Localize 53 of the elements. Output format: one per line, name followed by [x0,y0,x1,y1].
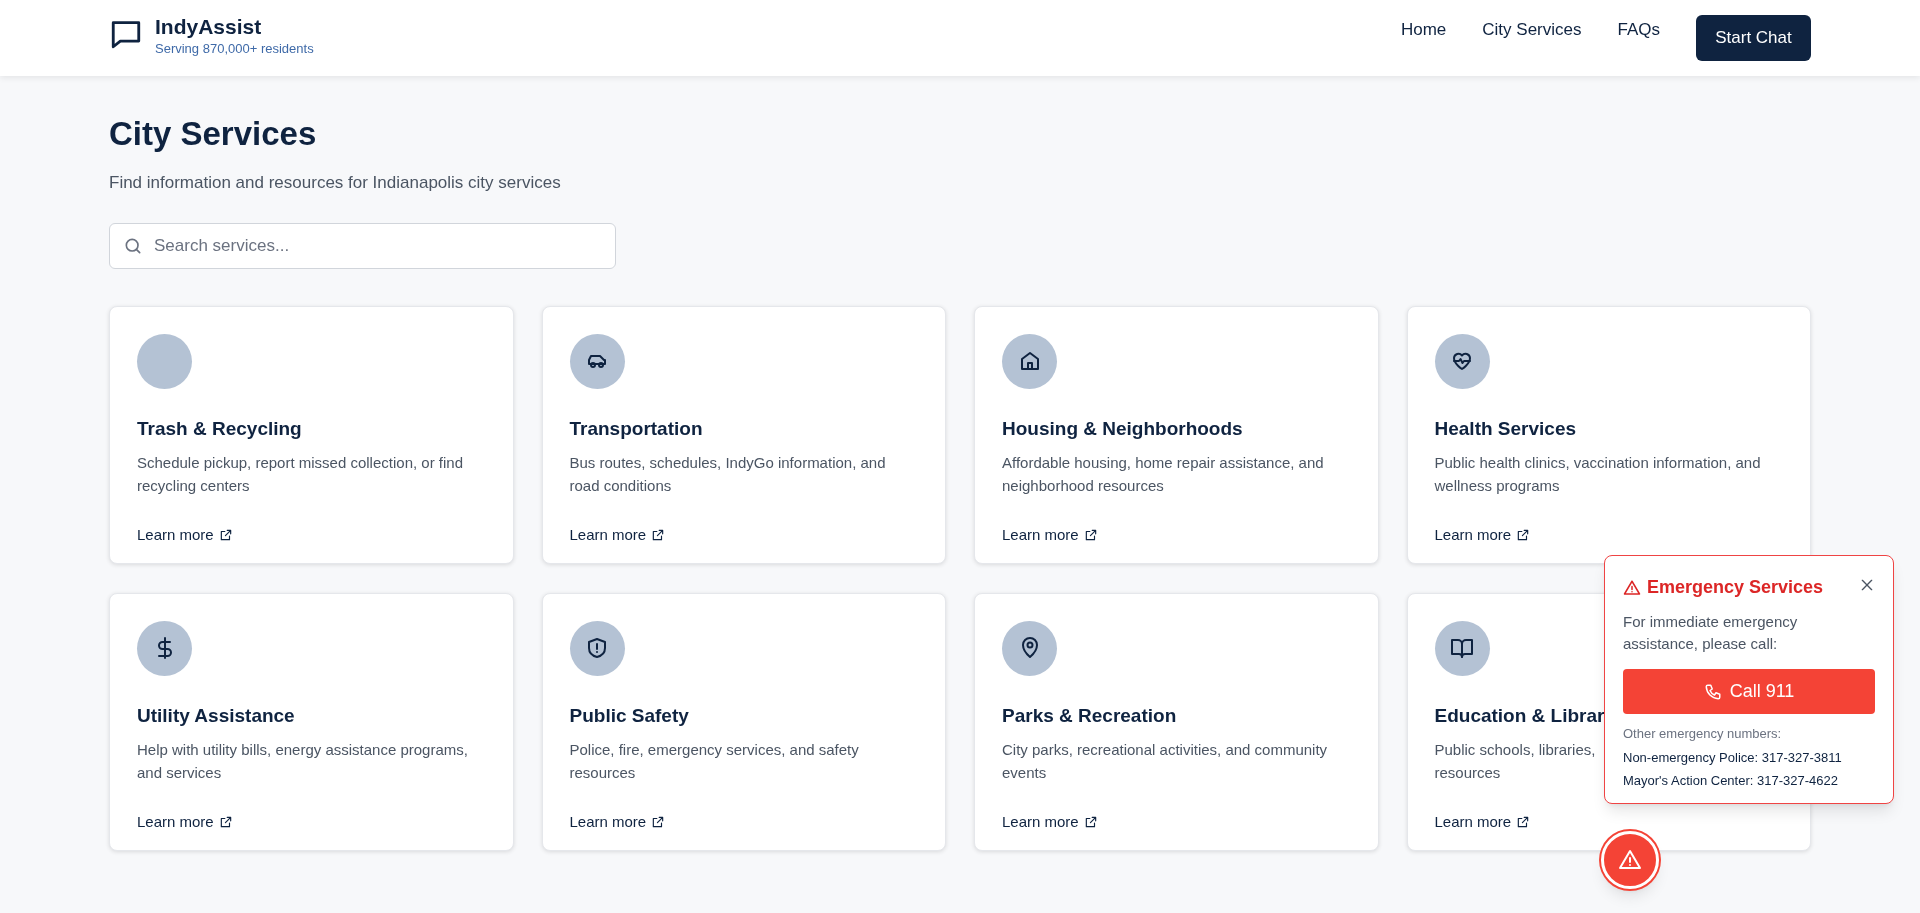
service-description: Public health clinics, vaccination information, and wellness programs [1434,453,1762,496]
page-title: City Services [109,114,318,154]
service-title: Health Services [1434,416,1578,441]
learn-more-link[interactable]: Learn more [1434,811,1531,834]
service-title: Transportation [569,416,704,441]
external-link-icon [651,815,666,830]
external-link-icon [651,528,666,543]
warning-icon [1618,848,1642,872]
other-numbers-heading: Other emergency numbers: [1623,725,1783,743]
service-title: Utility Assistance [137,703,296,728]
phone-number: Mayor's Action Center: 317-327-4622 [1623,772,1839,790]
tagline: Serving 870,000+ residents [155,41,314,57]
external-link-icon [218,815,233,830]
service-title: Trash & Recycling [137,416,303,441]
brand-name: IndyAssist [155,14,263,40]
service-description: City parks, recreational activities, and community events [1002,740,1329,783]
service-description: Bus routes, schedules, IndyGo information, and road conditions [569,453,887,496]
learn-more-link[interactable]: Learn more [137,524,233,547]
nav-link[interactable]: Home [1400,17,1447,43]
nav-link[interactable]: FAQs [1617,17,1660,43]
learn-more-link[interactable]: Learn more [1002,811,1098,834]
external-link-icon [218,528,233,543]
emergency-button[interactable] [1601,831,1659,889]
shield-alert-icon [585,636,609,660]
service-description: Affordable housing, home repair assistance, and neighborhood resources [1002,453,1325,496]
page-subtitle: Find information and resources for Indianapolis city services [109,172,562,194]
learn-more-link[interactable]: Learn more [137,811,233,834]
service-description: Public schools, libraries, resources [1434,740,1596,783]
popup-title: Emergency Services [1647,576,1824,599]
service-description: Schedule pickup, report missed collection, or find recycling centers [137,453,464,496]
phone-number: Non-emergency Police: 317-327-3811 [1623,748,1843,767]
start-chat-button[interactable]: Start Chat [1696,15,1811,61]
learn-more-link[interactable]: Learn more [1002,524,1098,547]
service-title: Housing & Neighborhoods [1002,416,1244,441]
call-911-button[interactable]: Call 911 [1623,669,1875,714]
external-link-icon [1516,528,1531,543]
warning-icon [1623,578,1641,597]
learn-more-link[interactable]: Learn more [1434,524,1531,547]
service-description: Police, fire, emergency services, and safety resources [569,740,860,783]
learn-more-link[interactable]: Learn more [569,811,666,834]
service-title: Education & Librar [1434,703,1606,728]
external-link-icon [1516,815,1531,830]
popup-message: For immediate emergency assistance, please call: [1623,612,1799,654]
search-field[interactable]: Search services... [109,222,616,269]
service-description: Help with utility bills, energy assistance programs, and services [137,740,469,783]
learn-more-link[interactable]: Learn more [569,524,666,547]
open-book-icon [1450,636,1474,660]
nav-link[interactable]: City Services [1482,17,1582,43]
service-title: Public Safety [569,703,690,728]
external-link-icon [1083,815,1098,830]
service-title: Parks & Recreation [1002,703,1178,728]
external-link-icon [1083,528,1098,543]
phone-icon [1703,682,1722,701]
